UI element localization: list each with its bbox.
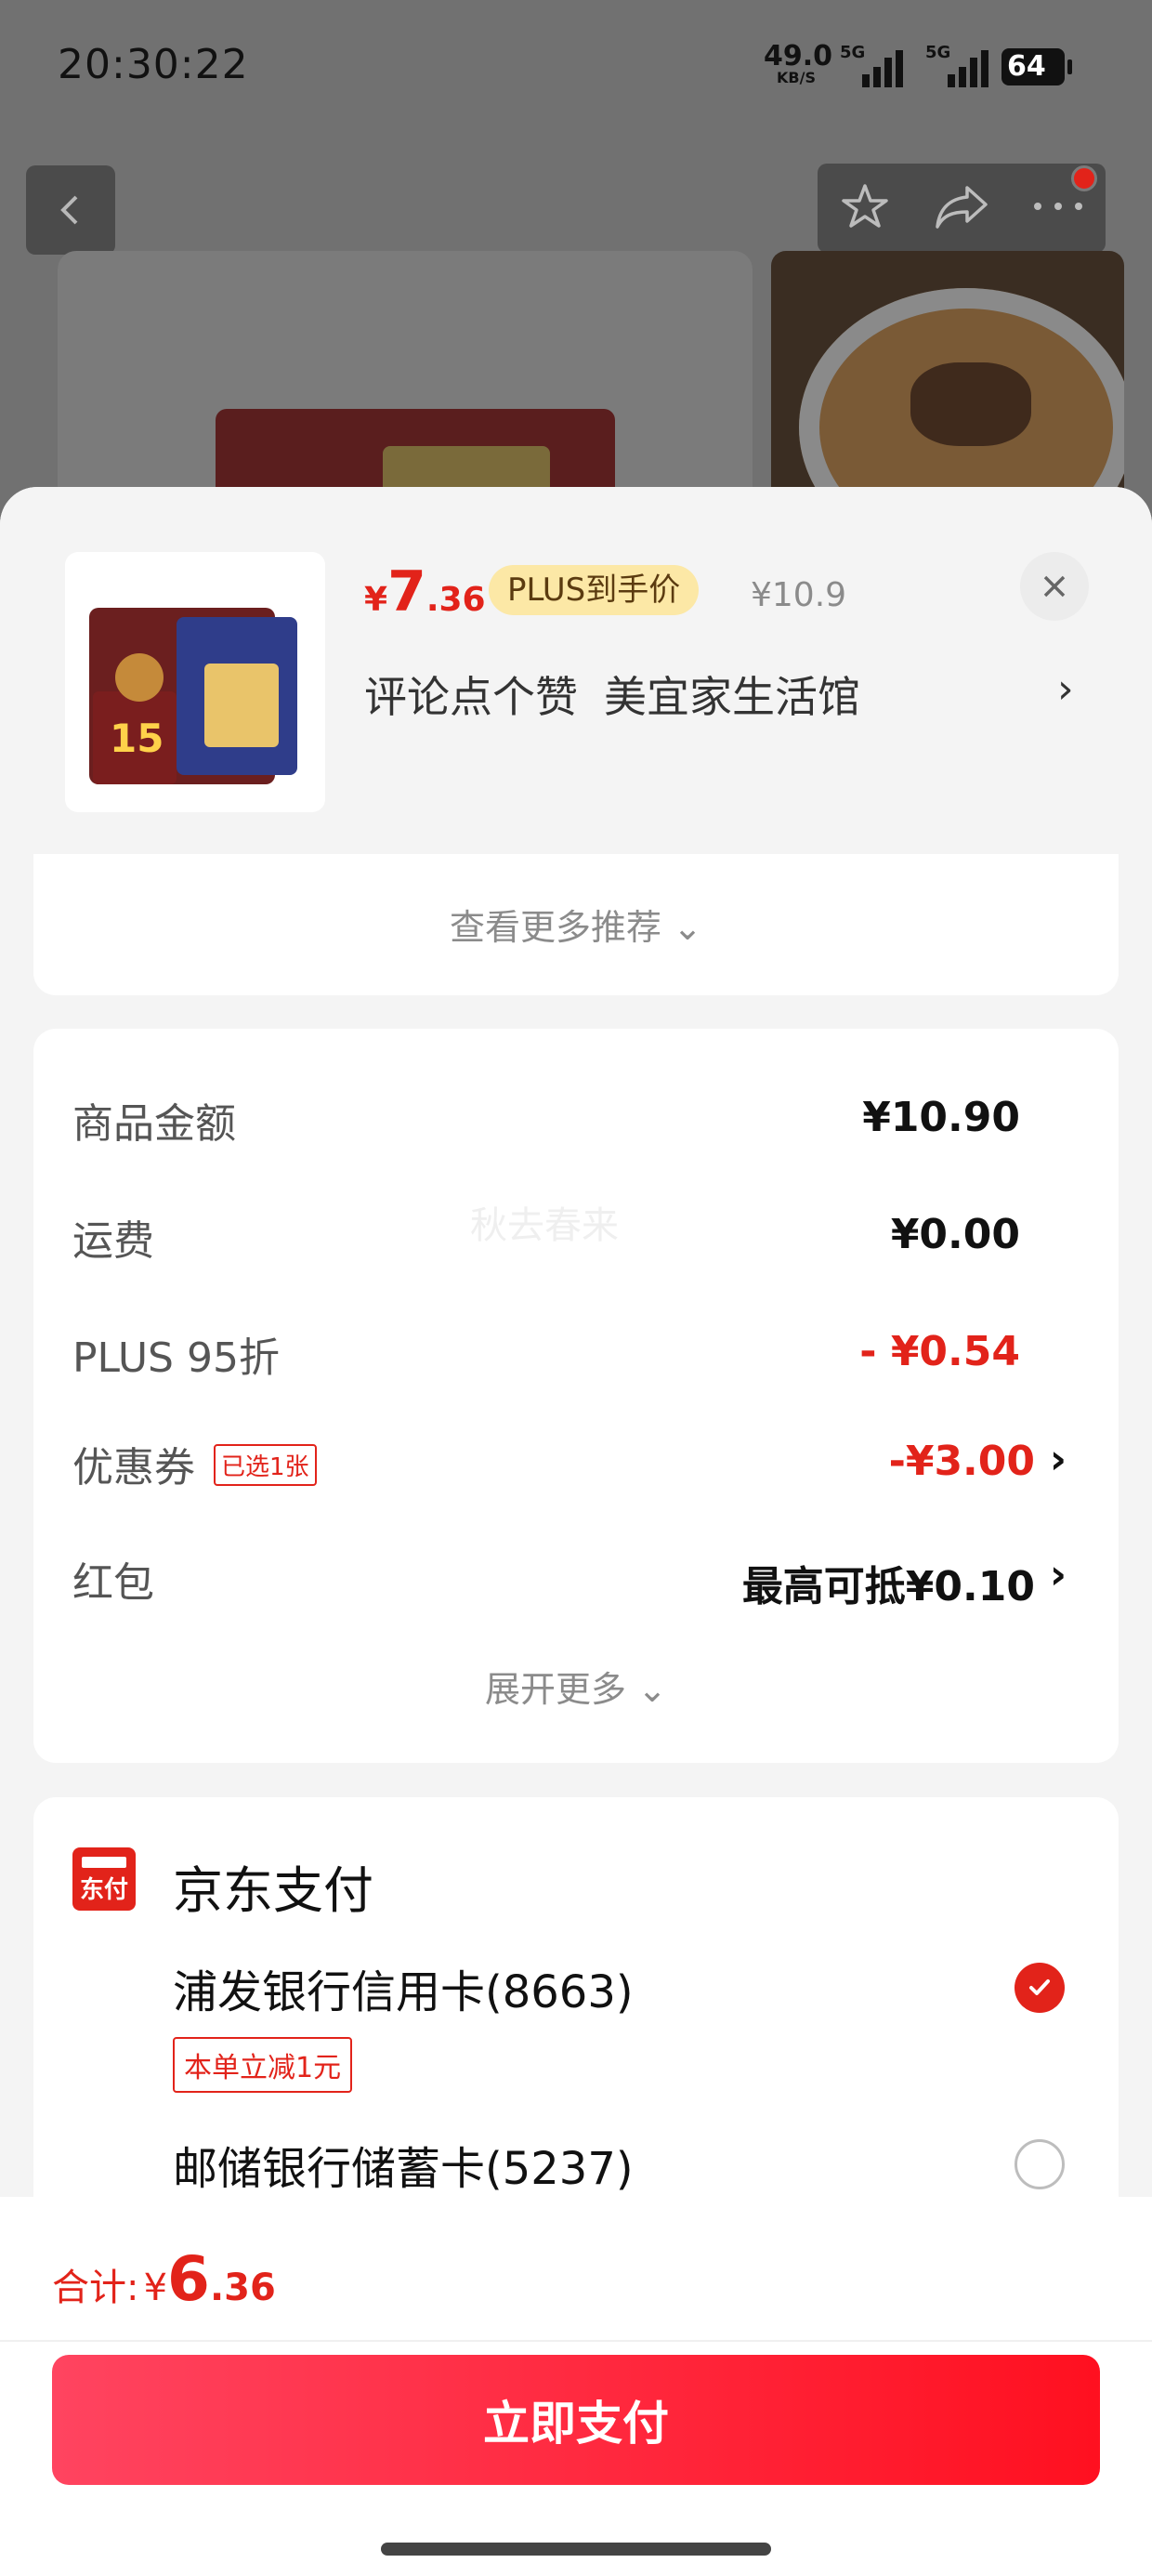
more-dots-icon: [1034, 203, 1082, 210]
cost-label: PLUS 95折: [72, 1334, 280, 1382]
cost-row-plus-discount: PLUS 95折 - ¥0.54: [72, 1324, 1080, 1389]
status-bar: 20:30:22 49.0 KB/S 5G 5G 64: [0, 0, 1152, 139]
top-action-bar: [818, 164, 1106, 253]
review-text: 评论点个赞: [364, 672, 578, 722]
cost-label: 运费: [72, 1217, 154, 1265]
chevron-right-icon: ›: [1049, 1436, 1067, 1483]
checkmark-icon: [1029, 1979, 1050, 1995]
payment-option-radio-selected[interactable]: [1015, 1963, 1065, 2013]
share-icon: [936, 186, 988, 229]
expand-more-button[interactable]: 展开更多 ⌄: [33, 1661, 1119, 1712]
network-speed: 49.0 KB/S: [764, 40, 833, 86]
order-total: 合计: ¥6.36: [52, 2243, 276, 2315]
coupon-selected-badge: 已选1张: [214, 1443, 317, 1486]
pay-now-button[interactable]: 立即支付: [52, 2355, 1100, 2485]
favorite-button[interactable]: [837, 178, 893, 238]
divider: [0, 2340, 1152, 2342]
jd-pay-logo: 东付: [72, 1847, 136, 1911]
plus-price-tag: PLUS到手价: [489, 565, 700, 615]
cost-value: -¥3.00: [888, 1438, 1035, 1485]
shop-name: 美宜家生活馆: [604, 672, 860, 722]
payment-option-radio-unselected[interactable]: [1015, 2139, 1065, 2189]
svg-text:15: 15: [110, 716, 164, 761]
cost-label: 优惠券 已选1张: [72, 1434, 317, 1493]
more-button[interactable]: [1030, 165, 1097, 219]
watermark: 秋去春来: [470, 1204, 619, 1247]
chevron-right-icon: ›: [1057, 665, 1074, 713]
chevron-right-icon: ›: [1049, 1551, 1067, 1598]
cost-label: 商品金额: [72, 1100, 236, 1148]
payment-option-spdb[interactable]: 浦发银行信用卡(8663): [173, 1955, 634, 2020]
product-page-background: 20:30:22 49.0 KB/S 5G 5G 64: [0, 0, 1152, 623]
product-thumbnail: 15: [65, 552, 325, 812]
shop-link[interactable]: 评论点个赞 美宜家生活馆: [364, 664, 860, 725]
more-recommendations-label: 查看更多推荐 ⌄: [450, 907, 702, 948]
back-button[interactable]: [26, 165, 115, 255]
share-button[interactable]: [932, 178, 991, 238]
cost-row-coupon[interactable]: 优惠券 已选1张 -¥3.00 ›: [72, 1434, 1080, 1499]
cost-row-red-packet[interactable]: 红包 最高可抵¥0.10 ›: [72, 1549, 1080, 1614]
star-icon: [842, 184, 888, 228]
payment-title: 京东支付: [173, 1861, 373, 1920]
cost-breakdown: 商品金额 ¥10.90 运费 ¥0.00 PLUS 95折 - ¥0.54 优惠…: [33, 1029, 1119, 1763]
status-time: 20:30:22: [58, 41, 249, 88]
chevron-left-icon: [60, 195, 78, 225]
payment-option-promo-tag: 本单立减1元: [173, 2037, 353, 2093]
cost-value: ¥0.00: [890, 1211, 1020, 1258]
more-recommendations[interactable]: 查看更多推荐 ⌄: [33, 854, 1119, 995]
notification-dot: [1071, 165, 1097, 191]
cost-row-goods: 商品金额 ¥10.90: [72, 1090, 1080, 1155]
checkout-footer: 合计: ¥6.36 立即支付: [0, 2197, 1152, 2576]
cost-value: - ¥0.54: [859, 1328, 1020, 1375]
current-price: ¥7.36: [364, 559, 486, 624]
close-button[interactable]: [1020, 552, 1089, 621]
cost-value: 最高可抵¥0.10: [741, 1563, 1035, 1610]
home-indicator[interactable]: [381, 2543, 771, 2556]
signal-icon: 5G: [840, 43, 914, 87]
close-icon: [1043, 575, 1066, 598]
payment-option-psbc[interactable]: 邮储银行储蓄卡(5237): [173, 2132, 634, 2197]
cost-value: ¥10.90: [862, 1094, 1020, 1141]
cost-label: 红包: [72, 1559, 154, 1607]
product-summary: 15 ¥7.36 PLUS到手价 ¥10.9 评论点个赞 美宜家生活馆 ›: [0, 487, 1152, 854]
battery-icon: 64: [1001, 48, 1072, 85]
signal-icon: 5G: [925, 43, 1000, 87]
original-price: ¥10.9: [751, 576, 847, 614]
